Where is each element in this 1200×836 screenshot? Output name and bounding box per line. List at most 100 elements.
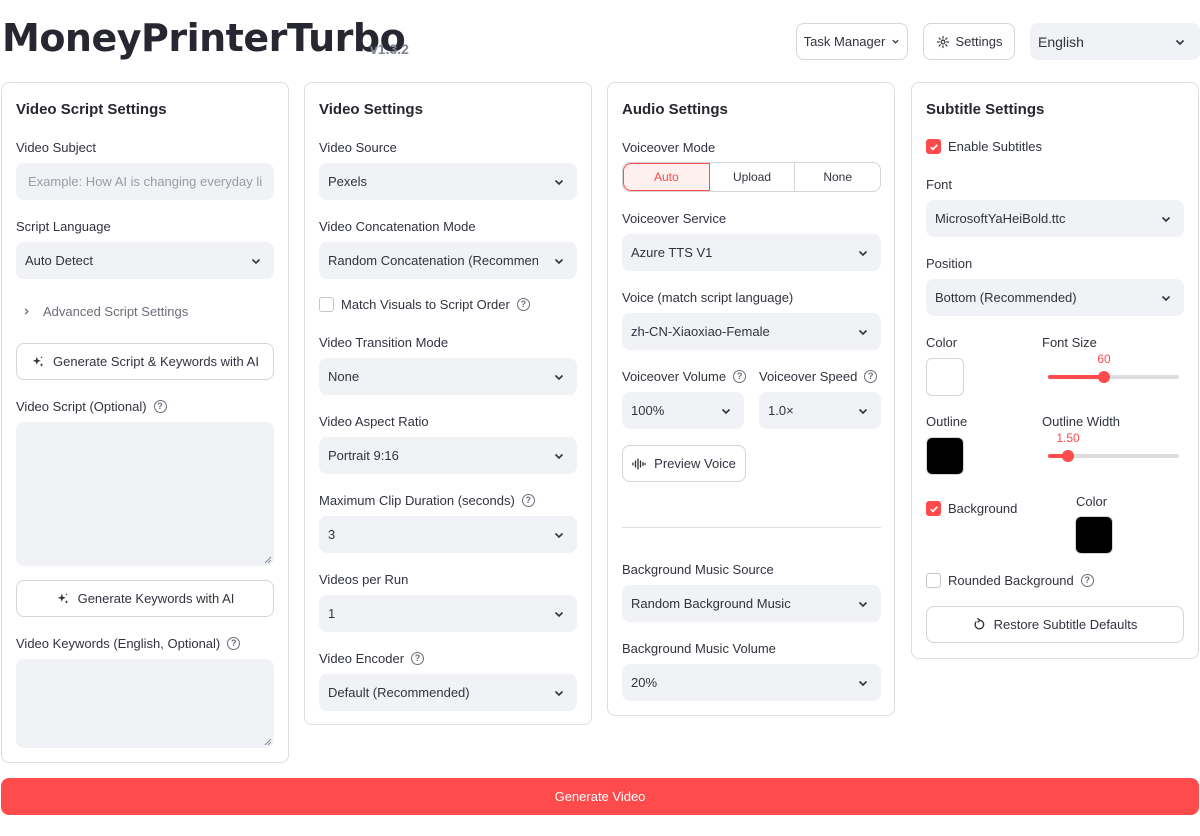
video-source-select[interactable]: Pexels <box>319 163 577 200</box>
video-source-label: Video Source <box>319 140 397 155</box>
voiceover-mode-auto[interactable]: Auto <box>623 163 710 191</box>
font-size-slider[interactable]: 60 <box>1048 352 1179 383</box>
match-visuals-checkbox[interactable] <box>319 297 334 312</box>
generate-video-button[interactable]: Generate Video <box>1 778 1199 815</box>
videos-per-run-select[interactable]: 1 <box>319 595 577 632</box>
background-color-swatch[interactable] <box>1075 516 1113 554</box>
help-icon[interactable]: ? <box>227 637 241 650</box>
bgm-source-select[interactable]: Random Background Music <box>622 585 881 622</box>
settings-label: Settings <box>955 34 1003 49</box>
chevron-down-icon <box>858 408 868 414</box>
help-icon[interactable]: ? <box>153 400 167 413</box>
voiceover-mode-none[interactable]: None <box>795 163 880 191</box>
section-divider <box>622 527 881 528</box>
rounded-background-row[interactable]: Rounded Background ? <box>926 573 1094 588</box>
outline-width-value: 1.50 <box>1056 431 1080 445</box>
concat-mode-label: Video Concatenation Mode <box>319 219 476 234</box>
background-color-label: Color <box>1076 494 1108 509</box>
voiceover-mode-upload[interactable]: Upload <box>710 163 796 191</box>
slider-fill <box>1048 375 1104 379</box>
settings-button[interactable]: Settings <box>923 23 1015 60</box>
video-encoder-label-text: Video Encoder <box>319 651 405 666</box>
match-visuals-checkbox-row[interactable]: Match Visuals to Script Order ? <box>319 297 530 312</box>
enable-subtitles-checkbox[interactable] <box>926 139 941 154</box>
panel-title: Audio Settings <box>622 101 728 118</box>
video-encoder-select[interactable]: Default (Recommended) <box>319 674 577 711</box>
font-size-label: Font Size <box>1042 335 1097 350</box>
slider-thumb[interactable] <box>1098 371 1110 383</box>
chevron-down-icon <box>554 611 564 617</box>
script-language-select[interactable]: Auto Detect <box>16 242 274 279</box>
clip-duration-label-text: Maximum Clip Duration (seconds) <box>319 493 515 508</box>
outline-color-swatch[interactable] <box>926 437 964 475</box>
resize-grip-icon[interactable] <box>264 738 272 746</box>
sparkle-icon <box>57 592 68 604</box>
position-select[interactable]: Bottom (Recommended) <box>926 279 1184 316</box>
bgm-volume-label: Background Music Volume <box>622 641 776 656</box>
bgm-source-value: Random Background Music <box>631 596 791 611</box>
restore-subtitle-defaults-button[interactable]: Restore Subtitle Defaults <box>926 606 1184 643</box>
language-value: English <box>1038 33 1084 50</box>
transition-mode-select[interactable]: None <box>319 358 577 395</box>
chevron-down-icon <box>1161 295 1171 301</box>
generate-keywords-button[interactable]: Generate Keywords with AI <box>16 580 274 617</box>
video-keywords-textarea[interactable] <box>16 659 274 748</box>
color-label: Color <box>926 335 958 350</box>
script-language-value: Auto Detect <box>25 253 93 268</box>
language-select[interactable]: English <box>1030 23 1200 60</box>
preview-voice-label: Preview Voice <box>654 456 736 471</box>
video-script-textarea[interactable] <box>16 422 274 566</box>
video-subject-label: Video Subject <box>16 140 96 155</box>
outline-width-slider[interactable]: 1.50 <box>1048 431 1179 462</box>
chevron-down-icon <box>554 532 564 538</box>
help-icon[interactable]: ? <box>411 652 425 665</box>
generate-script-label: Generate Script & Keywords with AI <box>53 354 259 369</box>
generate-script-button[interactable]: Generate Script & Keywords with AI <box>16 343 274 380</box>
concat-mode-select[interactable]: Random Concatenation (Recommended) <box>319 242 577 279</box>
chevron-down-icon <box>554 374 564 380</box>
sparkle-icon <box>32 355 44 367</box>
voiceover-service-label: Voiceover Service <box>622 211 727 226</box>
text-color-swatch[interactable] <box>926 358 964 396</box>
enable-subtitles-row[interactable]: Enable Subtitles <box>926 139 1042 154</box>
voiceover-volume-label-text: Voiceover Volume <box>622 369 727 384</box>
aspect-ratio-value: Portrait 9:16 <box>328 448 399 463</box>
voice-select[interactable]: zh-CN-Xiaoxiao-Female <box>622 313 881 350</box>
clip-duration-select[interactable]: 3 <box>319 516 577 553</box>
voiceover-volume-select[interactable]: 100% <box>622 392 744 429</box>
voiceover-volume-value: 100% <box>631 403 665 418</box>
help-icon[interactable]: ? <box>864 370 878 383</box>
audio-settings-panel: Audio Settings Voiceover Mode Auto Uploa… <box>607 82 895 716</box>
advanced-script-settings-expander[interactable]: Advanced Script Settings <box>22 304 188 319</box>
preview-voice-button[interactable]: Preview Voice <box>622 445 746 482</box>
chevron-down-icon <box>554 690 564 696</box>
rounded-background-checkbox[interactable] <box>926 573 941 588</box>
task-manager-label: Task Manager <box>803 34 886 49</box>
slider-thumb[interactable] <box>1062 450 1074 462</box>
video-subject-input[interactable]: Example: How AI is changing everyday lif… <box>16 163 274 200</box>
help-icon[interactable]: ? <box>1080 574 1094 587</box>
help-icon[interactable]: ? <box>733 370 747 383</box>
background-label: Background <box>948 501 1018 516</box>
help-icon[interactable]: ? <box>516 298 530 311</box>
voiceover-mode-segmented: Auto Upload None <box>622 162 881 192</box>
video-script-label: Video Script (Optional) ? <box>16 399 167 414</box>
voiceover-speed-select[interactable]: 1.0× <box>759 392 881 429</box>
help-icon[interactable]: ? <box>521 494 535 507</box>
voiceover-service-select[interactable]: Azure TTS V1 <box>622 234 881 271</box>
background-checkbox[interactable] <box>926 501 941 516</box>
videos-per-run-value: 1 <box>328 606 336 621</box>
font-select[interactable]: MicrosoftYaHeiBold.ttc <box>926 200 1184 237</box>
chevron-down-icon <box>554 258 564 264</box>
resize-grip-icon[interactable] <box>264 556 272 564</box>
position-label: Position <box>926 256 973 271</box>
chevron-down-icon <box>858 680 868 686</box>
background-row[interactable]: Background <box>926 501 1017 516</box>
bgm-volume-select[interactable]: 20% <box>622 664 881 701</box>
panel-title: Video Script Settings <box>16 101 167 118</box>
video-keywords-label: Video Keywords (English, Optional) ? <box>16 636 241 651</box>
voiceover-speed-value: 1.0× <box>768 403 794 418</box>
aspect-ratio-select[interactable]: Portrait 9:16 <box>319 437 577 474</box>
position-value: Bottom (Recommended) <box>935 290 1077 305</box>
task-manager-button[interactable]: Task Manager <box>796 23 908 60</box>
